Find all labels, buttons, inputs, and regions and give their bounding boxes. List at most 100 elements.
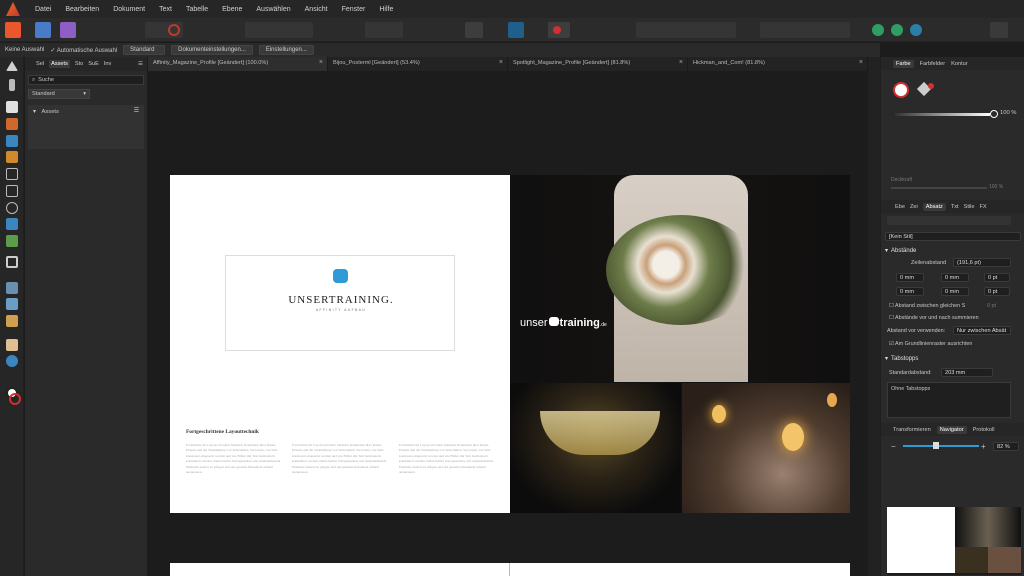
artistic-text-tool-icon[interactable]: [6, 135, 18, 147]
undo-redo-group[interactable]: [365, 22, 403, 38]
close-icon[interactable]: ×: [859, 59, 863, 66]
tab-color[interactable]: Farbe: [893, 59, 914, 68]
pen-tool-icon[interactable]: [6, 151, 18, 163]
text-frame-icon[interactable]: [508, 22, 524, 38]
asset-category-select[interactable]: Standard ▾: [28, 89, 90, 99]
auto-select-checkbox[interactable]: ✓ Automatische Auswahl: [50, 47, 117, 54]
tab-document-3[interactable]: Spotlight_Magazine_Profile [Geändert] (8…: [508, 57, 688, 71]
account-icon[interactable]: [990, 22, 1008, 38]
move-tool-icon[interactable]: [6, 61, 18, 71]
tab-transform[interactable]: Transformieren: [893, 427, 931, 433]
bouquet-photo[interactable]: unser training.de: [510, 175, 850, 382]
menu-text[interactable]: Text: [152, 6, 179, 13]
menu-layer[interactable]: Ebene: [215, 6, 249, 13]
rectangle-tool-icon[interactable]: [6, 185, 18, 197]
menu-select[interactable]: Auswählen: [249, 6, 297, 13]
tab-sto[interactable]: Sto: [75, 61, 83, 67]
close-icon[interactable]: ×: [499, 59, 503, 66]
tab-document-4[interactable]: Hickman_and_Com! (81.8%) ×: [688, 57, 868, 71]
champagne-photo[interactable]: [510, 383, 681, 513]
settings-button[interactable]: Einstellungen...: [258, 45, 314, 55]
page-left[interactable]: UNSERTRAINING. AFFINITY AUFBAU Fortgesch…: [170, 175, 510, 513]
add-icon[interactable]: [872, 24, 884, 36]
indent-last-field[interactable]: 0 mm: [941, 287, 969, 296]
space-after-field[interactable]: 0 pt: [984, 287, 1010, 296]
rectangle-frame-tool-icon[interactable]: [6, 168, 18, 180]
menu-window[interactable]: Fenster: [335, 6, 373, 13]
text-frame-tool-icon[interactable]: [6, 101, 18, 113]
menu-help[interactable]: Hilfe: [372, 6, 400, 13]
spacing-section-header[interactable]: ▾ Abstände: [881, 245, 1024, 256]
photo-persona-icon[interactable]: [60, 22, 76, 38]
view-tool-icon[interactable]: [6, 339, 18, 351]
tab-sel[interactable]: Sel: [36, 61, 44, 67]
indent-left-field[interactable]: 0 mm: [896, 273, 924, 282]
zoom-field[interactable]: 82 %: [993, 442, 1019, 451]
color-picker-tool-icon[interactable]: [6, 315, 18, 327]
close-icon[interactable]: ×: [679, 59, 683, 66]
tab-styles[interactable]: Stile: [964, 204, 975, 210]
spacing-before-select[interactable]: Nur zwischen Absät: [953, 326, 1011, 335]
zoom-tool-icon[interactable]: [6, 355, 18, 367]
align-group[interactable]: [760, 22, 850, 38]
menu-table[interactable]: Tabelle: [179, 6, 215, 13]
ellipse-tool-icon[interactable]: [6, 202, 18, 214]
lightbulbs-photo[interactable]: [682, 383, 850, 513]
tab-text[interactable]: Txt: [951, 204, 959, 210]
opacity-slider-handle[interactable]: [990, 110, 998, 118]
document-canvas[interactable]: UNSERTRAINING. AFFINITY AUFBAU Fortgesch…: [148, 71, 868, 576]
vertical-scrollbar[interactable]: [868, 57, 880, 576]
fill-swatch-icon[interactable]: [893, 82, 909, 98]
sum-spacing-checkbox[interactable]: ☐ Abstände vor und nach summieren: [889, 315, 979, 321]
line-spacing-field[interactable]: (191,6 pt): [953, 258, 1011, 267]
publisher-persona-icon[interactable]: [5, 22, 21, 38]
indent-first-field[interactable]: 0 mm: [896, 287, 924, 296]
mode-select[interactable]: Standard: [123, 45, 166, 55]
menu-file[interactable]: Datei: [28, 6, 58, 13]
zoom-out-icon[interactable]: −: [891, 442, 896, 451]
page-tools-group[interactable]: [245, 22, 313, 38]
section-menu-icon[interactable]: ☰: [134, 108, 139, 114]
zoom-slider-handle[interactable]: [933, 442, 939, 449]
tab-character[interactable]: Zei: [910, 204, 918, 210]
same-style-spacing-checkbox[interactable]: ☐ Abstand zwischen gleichen S: [889, 303, 965, 309]
baseline-grid-checkbox[interactable]: ☑ Am Grundlinienraster ausrichten: [889, 341, 972, 347]
transparency-tool-icon[interactable]: [6, 298, 18, 310]
menu-edit[interactable]: Bearbeiten: [58, 6, 106, 13]
menu-view[interactable]: Ansicht: [298, 6, 335, 13]
alignment-buttons[interactable]: [887, 216, 1011, 225]
close-icon[interactable]: ×: [319, 59, 323, 66]
tab-document-1[interactable]: Affinity_Magazine_Profile [Geändert] (10…: [148, 57, 328, 71]
tab-document-2[interactable]: Bijou_Posterml [Geändert] (53.4%) ×: [328, 57, 508, 71]
next-spread[interactable]: [170, 563, 850, 576]
preflight-icon[interactable]: [168, 24, 180, 36]
zoom-slider[interactable]: [903, 445, 979, 447]
opacity-slider[interactable]: [895, 113, 990, 116]
chevron-down-icon[interactable]: ▾: [33, 109, 36, 115]
tabs-section-header[interactable]: ▾ Tabstopps: [881, 353, 1024, 364]
arrange-group[interactable]: [636, 22, 736, 38]
menu-document[interactable]: Dokument: [106, 6, 152, 13]
tab-paragraph[interactable]: Absatz: [922, 202, 946, 211]
page-right[interactable]: unser training.de: [510, 175, 850, 513]
asset-search-field[interactable]: ⌕ Suche: [28, 75, 144, 85]
intersect-icon[interactable]: [910, 24, 922, 36]
logo-frame[interactable]: UNSERTRAINING. AFFINITY AUFBAU: [225, 255, 455, 351]
tab-history[interactable]: Protokoll: [973, 427, 995, 433]
tab-navigator[interactable]: Navigator: [936, 425, 967, 434]
document-settings-button[interactable]: Dokumenteinstellungen...: [171, 45, 253, 55]
tab-layers[interactable]: Ebe: [895, 204, 905, 210]
tab-sue[interactable]: SuE: [88, 61, 99, 67]
designer-persona-icon[interactable]: [35, 22, 51, 38]
crop-tool-icon[interactable]: [6, 256, 18, 268]
space-before-field[interactable]: 0 pt: [984, 273, 1010, 282]
fill-tool-icon[interactable]: [6, 282, 18, 294]
zoom-in-icon[interactable]: +: [981, 442, 986, 451]
tab-stroke[interactable]: Kontur: [951, 61, 967, 67]
place-image-tool-icon[interactable]: [6, 235, 18, 247]
default-distance-field[interactable]: 203 mm: [941, 368, 993, 377]
navigator-preview[interactable]: [887, 507, 1021, 575]
tab-stops-list[interactable]: Ohne Tabstopps: [887, 382, 1011, 418]
node-tool-icon[interactable]: [9, 79, 15, 91]
table-tool-icon[interactable]: [6, 118, 18, 130]
